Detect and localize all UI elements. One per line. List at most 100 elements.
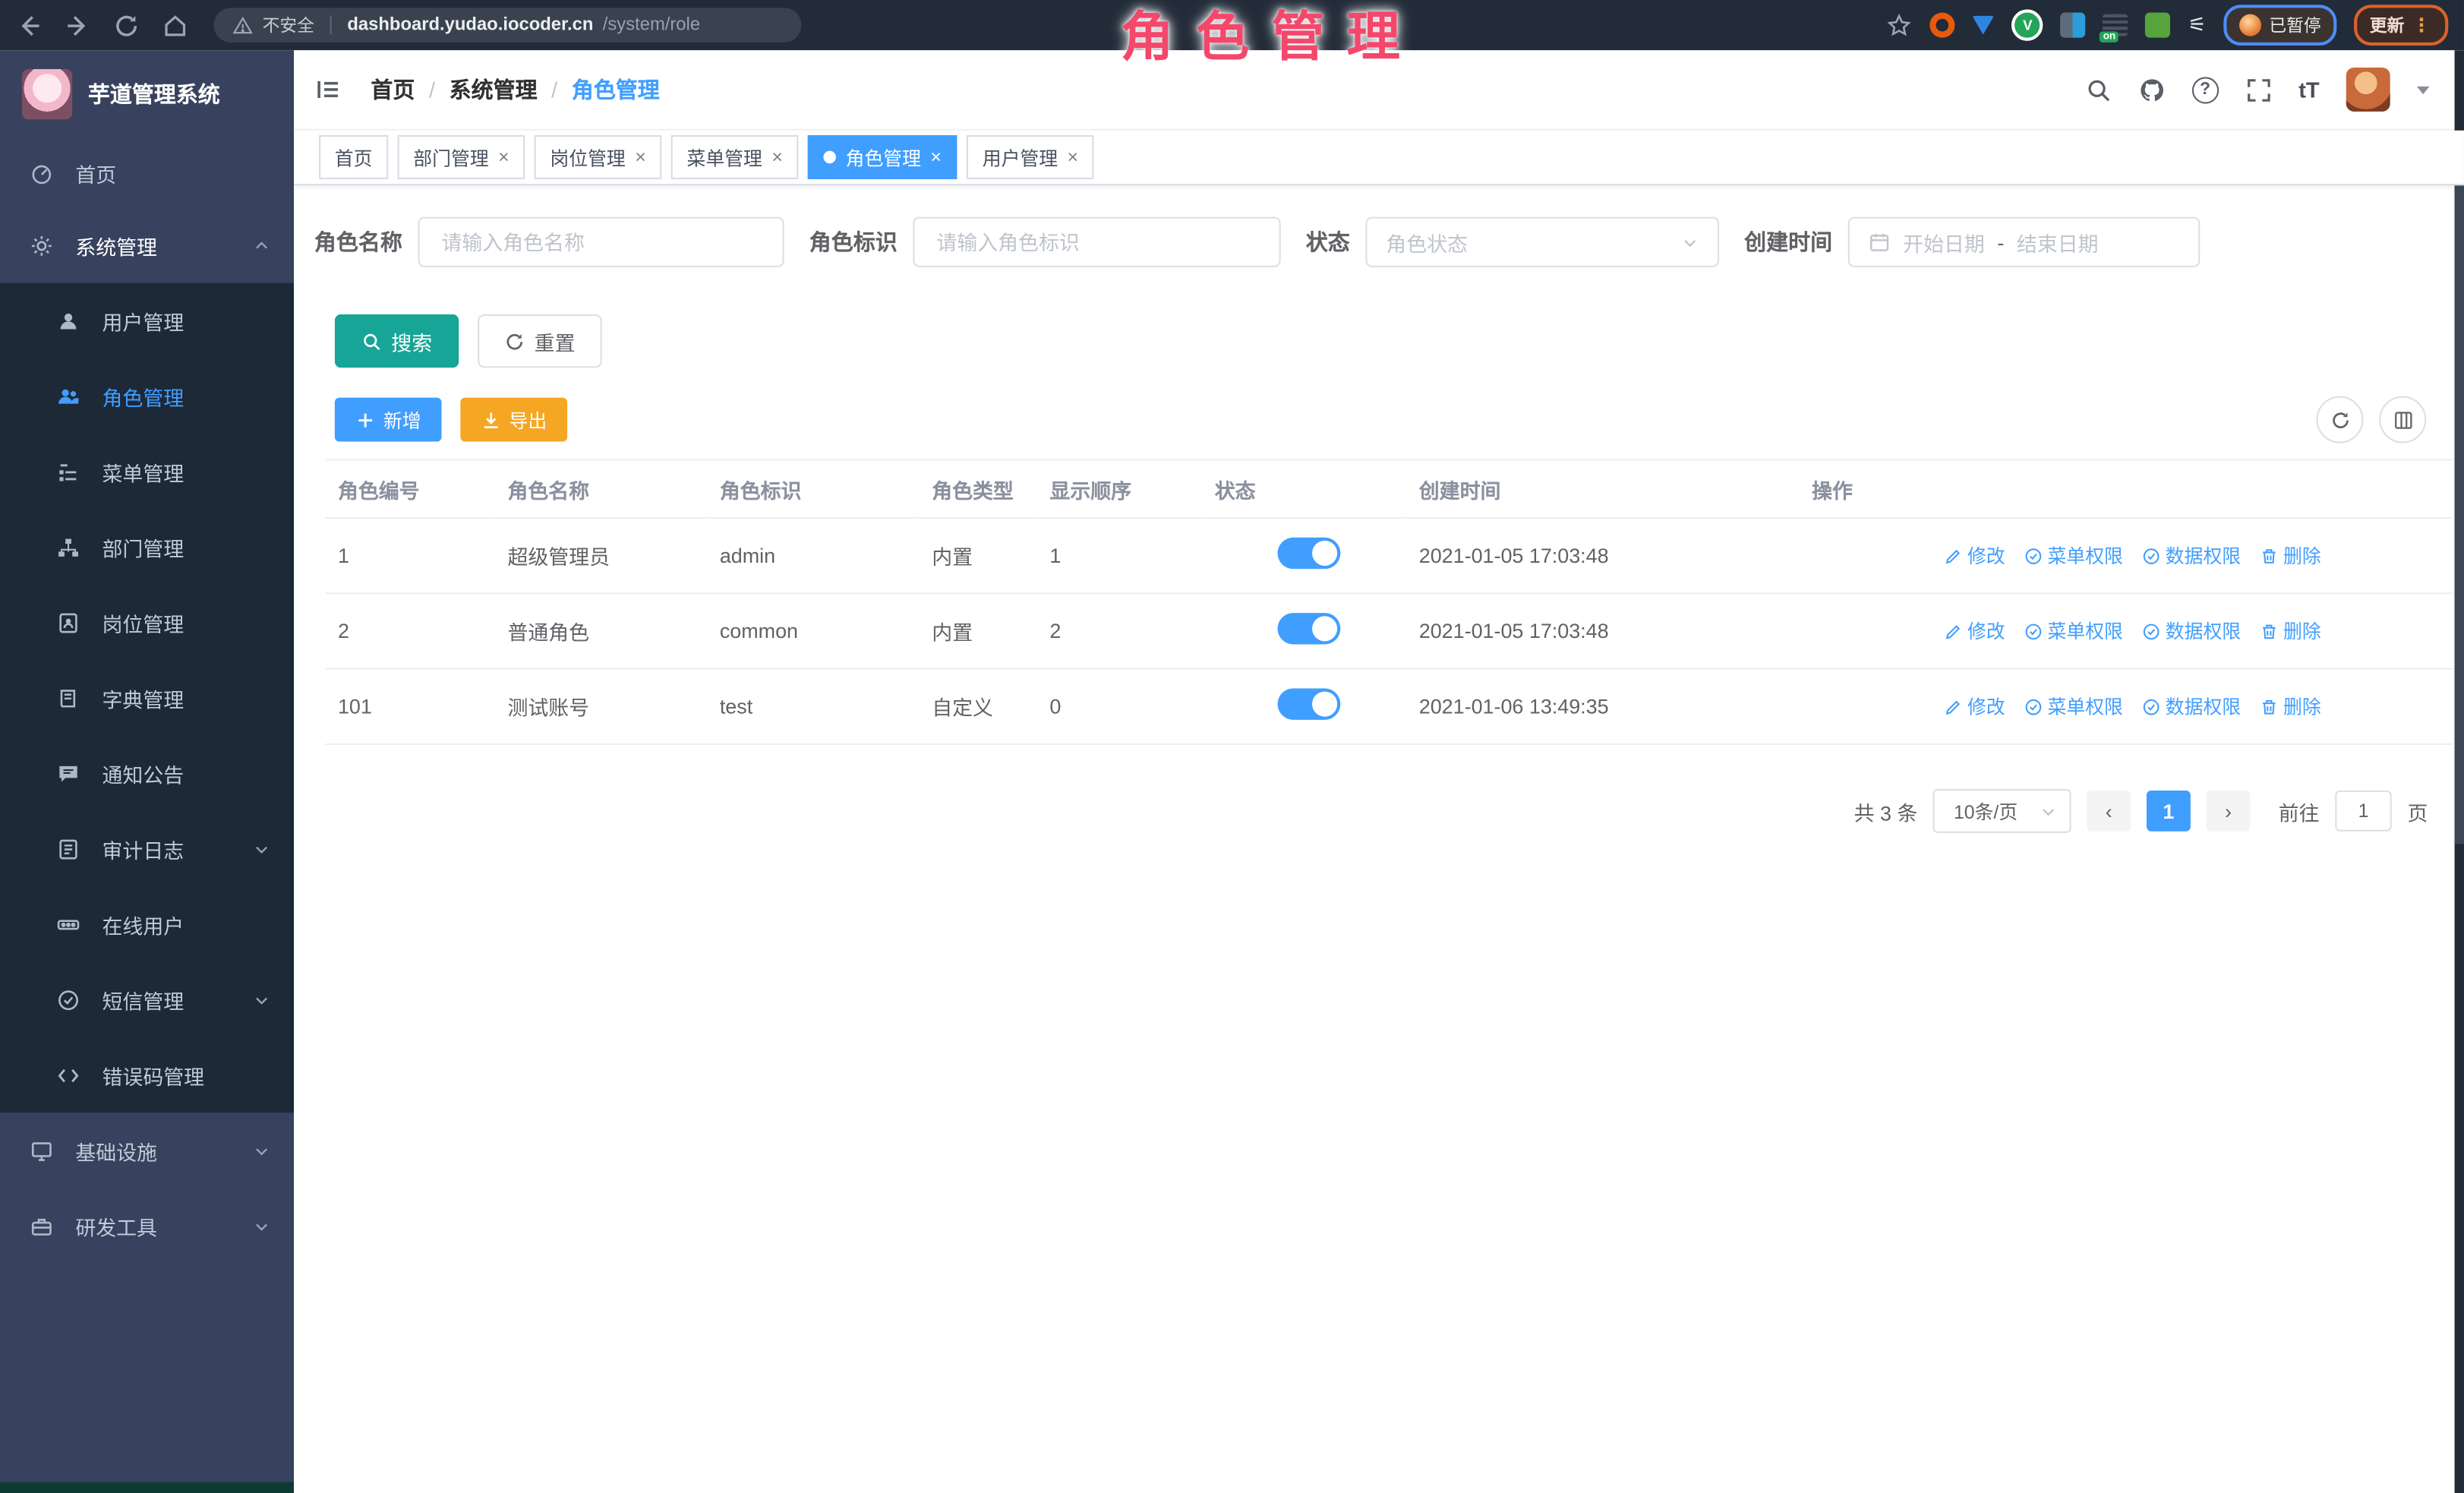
tabbar: 首页 部门管理× 岗位管理× 菜单管理× 角色管理× 用户管理× [294,131,2464,185]
breadcrumb-home[interactable]: 首页 [371,74,415,105]
delete-action[interactable]: 删除 [2260,542,2321,569]
search-icon[interactable] [2085,76,2112,103]
sidebar-item-menu-mgmt[interactable]: 菜单管理 [0,434,294,509]
menu-perm-action[interactable]: 菜单权限 [2024,693,2122,720]
sidebar-item-infrastructure[interactable]: 基础设施 [0,1113,294,1188]
breadcrumb-system[interactable]: 系统管理 [450,74,538,105]
col-status: 状态 [1202,459,1406,518]
edit-icon [1944,546,1963,565]
tab-close-icon[interactable]: × [635,148,646,167]
status-select[interactable]: 角色状态 [1365,217,1719,267]
circle-check-icon [2024,621,2043,640]
fullscreen-icon[interactable] [2245,76,2272,103]
data-perm-action[interactable]: 数据权限 [2142,617,2241,644]
address-bar[interactable]: 不安全 dashboard.yudao.iocoder.cn/system/ro… [213,8,801,43]
scrollbar-thumb[interactable] [2455,184,2464,844]
prev-page-button[interactable]: ‹ [2087,791,2131,832]
sidebar-item-home[interactable]: 首页 [0,138,294,207]
menu-perm-action[interactable]: 菜单权限 [2024,542,2122,569]
home-icon[interactable] [162,12,188,39]
sidebar-item-user-mgmt[interactable]: 用户管理 [0,283,294,358]
help-icon[interactable]: ? [2191,76,2218,103]
sidebar-item-role-mgmt[interactable]: 角色管理 [0,358,294,434]
edit-action[interactable]: 修改 [1944,693,2005,720]
extension-gem-icon[interactable] [1973,16,1995,35]
delete-action[interactable]: 删除 [2260,693,2321,720]
edit-action[interactable]: 修改 [1944,542,2005,569]
tree-list-icon [57,459,80,483]
tab-home[interactable]: 首页 [319,135,388,179]
extension-grid-icon[interactable] [2061,13,2086,38]
profile-paused-button[interactable]: 已暂停 [2223,5,2336,46]
tab-close-icon[interactable]: × [1068,148,1079,167]
sidebar-item-dept-mgmt[interactable]: 部门管理 [0,510,294,585]
page-scrollbar[interactable] [2455,50,2464,1493]
message-icon [57,762,80,785]
trash-icon [2260,697,2279,716]
chrome-menu-icon[interactable]: ⋮ [2412,14,2433,36]
sidebar-item-sms-mgmt[interactable]: 短信管理 [0,962,294,1037]
data-perm-action[interactable]: 数据权限 [2142,542,2241,569]
sidebar-item-system[interactable]: 系统管理 [0,207,294,283]
sidebar-item-post-mgmt[interactable]: 岗位管理 [0,585,294,660]
user-avatar[interactable] [2346,68,2390,112]
export-button[interactable]: 导出 [460,398,567,442]
edit-action[interactable]: 修改 [1944,617,2005,644]
tab-close-icon[interactable]: × [498,148,510,167]
extension-orange-icon[interactable] [1930,13,1955,38]
font-size-icon[interactable]: tT [2298,77,2319,102]
hamburger-icon[interactable] [314,77,342,102]
tab-close-icon[interactable]: × [930,148,942,167]
add-button[interactable]: 新增 [335,398,442,442]
bookmark-star-icon[interactable] [1886,12,1913,39]
extension-tampermonkey-icon[interactable]: on [2103,14,2128,36]
tab-dept[interactable]: 部门管理× [398,135,525,179]
status-toggle[interactable] [1278,688,1341,719]
col-role-type: 角色类型 [920,459,1037,518]
sidebar-item-online-users[interactable]: 在线用户 [0,886,294,961]
reset-button[interactable]: 重置 [478,314,602,368]
date-end-placeholder: 结束日期 [2017,227,2099,257]
next-page-button[interactable]: › [2207,791,2251,832]
menu-perm-action[interactable]: 菜单权限 [2024,617,2122,644]
circle-check-icon [2142,697,2161,716]
tab-user[interactable]: 用户管理× [967,135,1094,179]
search-button[interactable]: 搜索 [335,314,459,368]
avatar-caret-icon[interactable] [2417,86,2430,93]
table-toolbar: 新增 导出 [335,396,2464,443]
reload-icon[interactable] [113,12,140,39]
extension-robot-icon[interactable] [2146,13,2171,38]
date-start-placeholder: 开始日期 [1903,227,1985,257]
date-range-picker[interactable]: 开始日期 - 结束日期 [1848,217,2201,267]
extension-green-icon[interactable]: V [2012,9,2043,40]
circle-check-icon [2142,546,2161,565]
extensions-puzzle-icon[interactable]: ⚟ [2188,13,2206,38]
column-settings-button[interactable] [2379,396,2426,443]
create-time-label: 创建时间 [1744,226,1832,257]
sidebar-item-errorcode-mgmt[interactable]: 错误码管理 [0,1037,294,1113]
status-toggle[interactable] [1278,613,1341,644]
sidebar-item-dict-mgmt[interactable]: 字典管理 [0,660,294,735]
forward-icon[interactable] [65,12,91,39]
page-1-button[interactable]: 1 [2147,791,2191,832]
tab-menu[interactable]: 菜单管理× [671,135,799,179]
refresh-table-button[interactable] [2316,396,2363,443]
sidebar-item-devtools[interactable]: 研发工具 [0,1188,294,1264]
chrome-update-button[interactable]: 更新 ⋮ [2354,5,2448,46]
sidebar-item-notice[interactable]: 通知公告 [0,736,294,811]
tab-post[interactable]: 岗位管理× [535,135,662,179]
back-icon[interactable] [16,12,43,39]
page-size-select[interactable]: 10条/页 [1933,789,2071,833]
app-logo[interactable]: 芋道管理系统 [0,50,294,138]
sidebar-item-audit-log[interactable]: 审计日志 [0,811,294,886]
role-key-input[interactable] [933,229,1260,255]
tab-close-icon[interactable]: × [771,148,783,167]
status-toggle[interactable] [1278,538,1341,569]
delete-action[interactable]: 删除 [2260,617,2321,644]
role-name-input[interactable] [438,229,763,255]
tab-role[interactable]: 角色管理× [808,135,958,179]
github-icon[interactable] [2138,76,2165,103]
data-perm-action[interactable]: 数据权限 [2142,693,2241,720]
goto-page-input[interactable] [2335,791,2392,832]
id-badge-icon [57,611,80,634]
